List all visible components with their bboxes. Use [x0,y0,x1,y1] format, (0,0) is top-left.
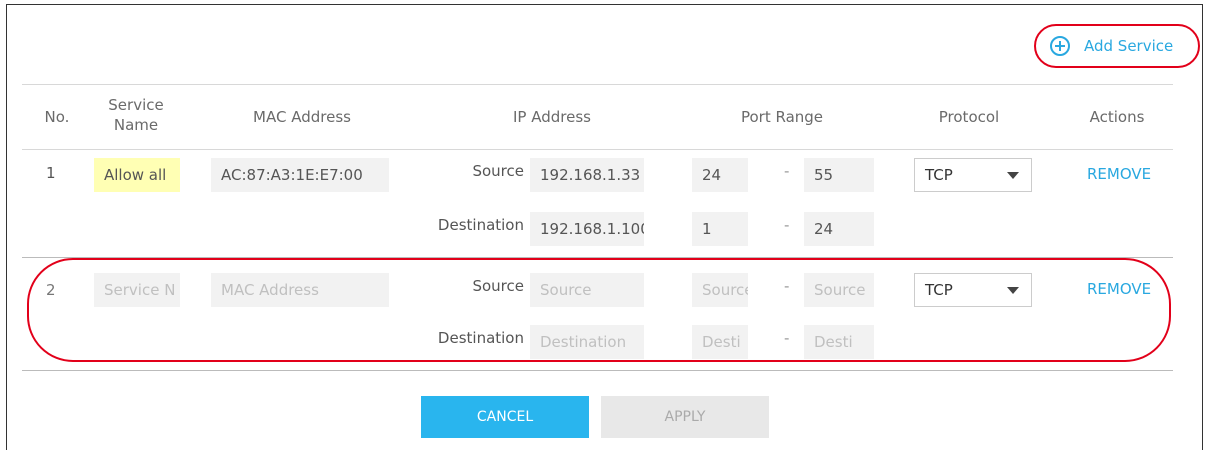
header-mac: MAC Address [253,108,351,126]
header-protocol: Protocol [938,108,1000,126]
destination-port-end-field[interactable]: Desti [804,325,874,359]
header-divider [22,149,1173,150]
plus-circle-icon[interactable] [1050,36,1070,56]
service-name-field[interactable]: Allow all [94,158,180,192]
protocol-select[interactable]: TCP [914,158,1032,192]
add-service-label[interactable]: Add Service [1084,37,1173,55]
cancel-button[interactable]: CANCEL [421,396,589,438]
range-separator: - [784,216,790,234]
row-number: 2 [46,281,56,299]
row-number: 1 [46,164,56,182]
source-label: Source [472,162,524,180]
range-separator: - [784,162,790,180]
remove-link[interactable]: REMOVE [1087,165,1151,183]
chevron-down-icon [1007,172,1019,179]
apply-button[interactable]: APPLY [601,396,769,438]
source-label: Source [472,277,524,295]
source-ip-field[interactable]: 192.168.1.33 [530,158,644,192]
mac-address-field[interactable]: AC:87:A3:1E:E7:00 [211,158,389,192]
add-service-button[interactable]: Add Service [1050,33,1173,59]
mac-address-field[interactable]: MAC Address [211,273,389,307]
destination-label: Destination [437,329,524,347]
destination-label: Destination [437,216,524,234]
destination-port-start-field[interactable]: 1 [692,212,748,246]
service-name-field[interactable]: Service N [94,273,180,307]
service-table: No. Service Name MAC Address IP Address … [22,84,1173,371]
destination-ip-field[interactable]: 192.168.1.100 [530,212,644,246]
remove-link[interactable]: REMOVE [1087,280,1151,298]
header-actions: Actions [1089,108,1145,126]
protocol-select[interactable]: TCP [914,273,1032,307]
destination-port-start-field[interactable]: Desti [692,325,748,359]
destination-ip-field[interactable]: Destination [530,325,644,359]
header-service-name-line1: Service [108,96,164,114]
source-ip-field[interactable]: Source [530,273,644,307]
source-port-start-field[interactable]: 24 [692,158,748,192]
header-port: Port Range [740,108,824,126]
header-ip: IP Address [513,108,591,126]
header-service-name-line2: Name [113,116,159,134]
protocol-value: TCP [925,166,953,184]
range-separator: - [784,329,790,347]
source-port-end-field[interactable]: 55 [804,158,874,192]
chevron-down-icon [1007,287,1019,294]
header-no: No. [44,108,70,126]
destination-port-end-field[interactable]: 24 [804,212,874,246]
row-divider [22,257,1173,258]
source-port-start-field[interactable]: Source [692,273,748,307]
range-separator: - [784,277,790,295]
header-service-name: Service Name [86,95,186,135]
protocol-value: TCP [925,281,953,299]
source-port-end-field[interactable]: Source [804,273,874,307]
